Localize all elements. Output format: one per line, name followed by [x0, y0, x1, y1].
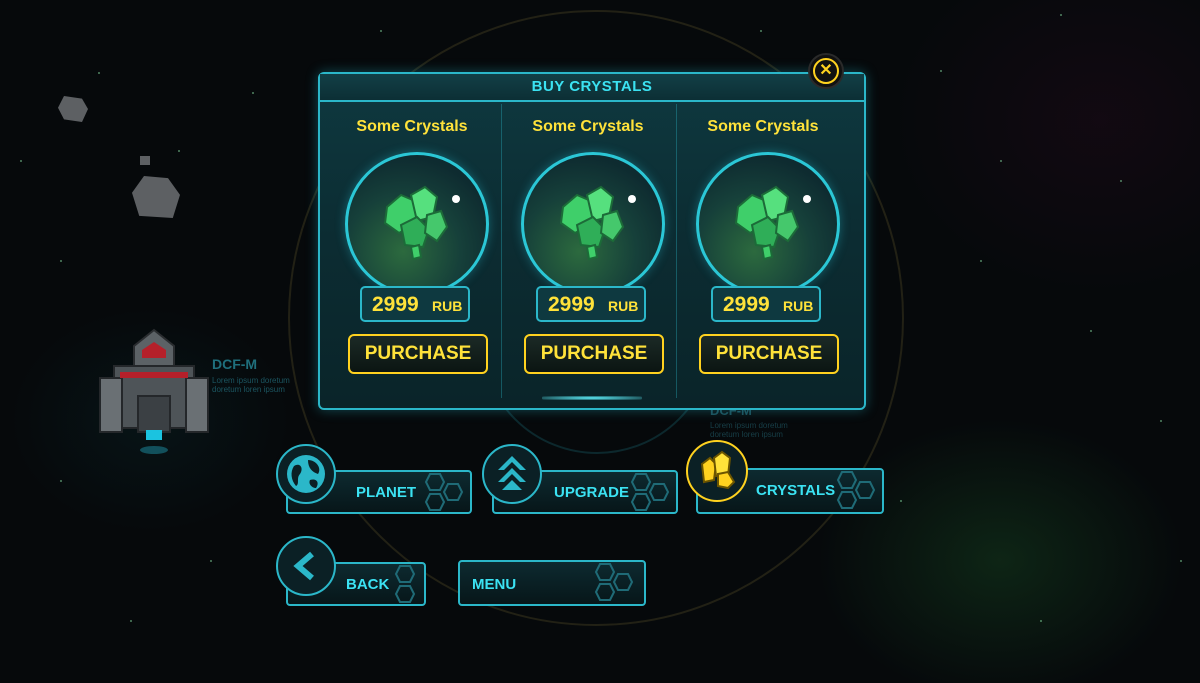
ship-name: DCF-M	[212, 356, 258, 372]
upgrade-button-label: UPGRADE	[554, 484, 630, 501]
panel-title: BUY CRYSTALS	[531, 78, 653, 95]
crystals-button-circle	[686, 440, 748, 502]
star	[1000, 160, 1002, 162]
star	[940, 70, 942, 72]
planet-icon	[287, 455, 325, 493]
star	[1040, 620, 1042, 622]
game-screen: DCF-M Lorem ipsum doretum doretum loren …	[0, 0, 1200, 683]
star	[760, 30, 762, 32]
crystal-icon	[734, 185, 800, 261]
crystal-offer: Some Crystals 2999 RUB PURCHASE	[500, 104, 676, 404]
back-button-circle	[276, 536, 336, 596]
price-tag: 2999 RUB	[711, 286, 821, 322]
close-icon: ✕	[813, 58, 839, 84]
purchase-button[interactable]: PURCHASE	[524, 334, 664, 374]
star	[1180, 560, 1182, 562]
price-amount: 2999	[372, 293, 419, 316]
planet-button-label: PLANET	[356, 484, 416, 501]
crystals-button[interactable]: CRYSTALS	[686, 440, 884, 516]
offer-name: Some Crystals	[532, 118, 644, 135]
crystal-offer-image	[345, 152, 489, 296]
ghost-ship-description: Lorem ipsum doretum doretum loren ipsum	[710, 421, 788, 439]
hex-pattern-icon	[424, 473, 464, 511]
star	[98, 72, 100, 74]
offer-name: Some Crystals	[356, 118, 468, 135]
crystals-icon	[700, 450, 736, 490]
crystal-icon	[383, 185, 449, 261]
hex-pattern-icon	[594, 563, 634, 601]
spaceship	[99, 328, 209, 454]
panel-bottom-glow	[542, 396, 642, 400]
hex-pattern-icon	[836, 471, 876, 509]
offer-name: Some Crystals	[707, 118, 819, 135]
planet-button[interactable]: PLANET	[276, 444, 474, 518]
price-currency: RUB	[783, 298, 814, 314]
price-amount: 2999	[723, 293, 770, 316]
star	[130, 620, 132, 622]
star	[1160, 420, 1162, 422]
price-currency: RUB	[432, 298, 463, 314]
star	[252, 92, 254, 94]
crystal-offer: Some Crystals 2999 RUB PURCHASE	[324, 104, 500, 404]
menu-button[interactable]: MENU	[458, 560, 646, 608]
asteroid	[58, 96, 88, 122]
star	[1120, 180, 1122, 182]
upgrade-button-circle	[482, 444, 542, 504]
price-tag: 2999 RUB	[360, 286, 470, 322]
close-x-glyph: ✕	[819, 62, 833, 79]
planet-button-circle	[276, 444, 336, 504]
price-amount: 2999	[548, 293, 595, 316]
upgrade-arrows-icon	[498, 456, 526, 490]
crystal-offer-image	[521, 152, 665, 296]
purchase-button-label: PURCHASE	[540, 343, 648, 364]
star	[1060, 14, 1062, 16]
crystals-button-label: CRYSTALS	[756, 482, 836, 499]
purchase-button-label: PURCHASE	[364, 343, 472, 364]
star	[900, 500, 902, 502]
crystal-offer-image	[696, 152, 840, 296]
purchase-button[interactable]: PURCHASE	[348, 334, 488, 374]
sparkle-dot	[803, 195, 811, 203]
asteroid	[140, 156, 150, 165]
sparkle-dot	[628, 195, 636, 203]
ship-description: Lorem ipsum doretum doretum loren ipsum	[212, 376, 290, 394]
star	[1090, 330, 1092, 332]
upgrade-button[interactable]: UPGRADE	[482, 444, 680, 518]
star	[380, 30, 382, 32]
purchase-button-label: PURCHASE	[715, 343, 823, 364]
price-tag: 2999 RUB	[536, 286, 646, 322]
back-button-label: BACK	[346, 576, 390, 593]
crystal-icon	[559, 185, 625, 261]
star	[980, 260, 982, 262]
crystal-offer: Some Crystals 2999 RUB PURCHASE	[675, 104, 851, 404]
star	[20, 160, 22, 162]
panel-title-bar: BUY CRYSTALS	[320, 74, 864, 102]
price-currency: RUB	[608, 298, 639, 314]
star	[60, 260, 62, 262]
star	[60, 480, 62, 482]
back-button[interactable]: BACK	[276, 536, 426, 608]
purchase-button[interactable]: PURCHASE	[699, 334, 839, 374]
back-arrow-icon	[293, 551, 314, 581]
star	[178, 150, 180, 152]
close-button[interactable]: ✕	[808, 53, 844, 89]
star	[210, 560, 212, 562]
hex-pattern-icon	[630, 473, 670, 511]
hex-pattern-icon	[394, 565, 416, 603]
buy-crystals-panel: BUY CRYSTALS Some Crystals 2999 RUB PURC…	[318, 72, 866, 410]
asteroid	[132, 176, 180, 218]
sparkle-dot	[452, 195, 460, 203]
menu-button-label: MENU	[472, 576, 517, 593]
